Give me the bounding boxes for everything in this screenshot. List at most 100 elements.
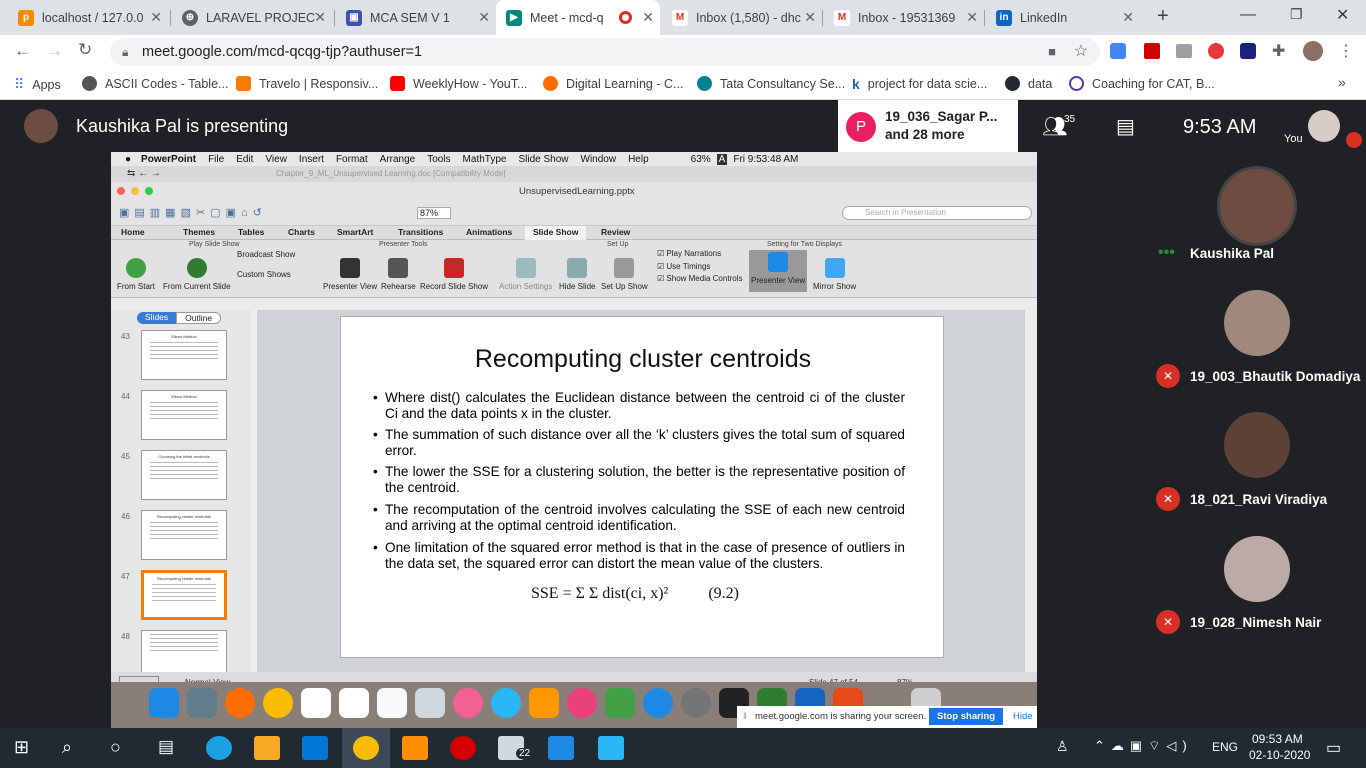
- store-icon[interactable]: [302, 736, 328, 760]
- drag-handle-icon[interactable]: ‖: [743, 711, 747, 722]
- star-icon[interactable]: ☆: [1074, 38, 1088, 66]
- mirror-show-button[interactable]: Mirror Show: [813, 258, 856, 291]
- chrome-icon[interactable]: [263, 688, 293, 718]
- set-up-show-button[interactable]: Set Up Show: [601, 258, 648, 291]
- opera-icon[interactable]: [450, 736, 476, 760]
- system-tray-icons[interactable]: ⌃☁▣⌔◁): [1094, 738, 1193, 754]
- appstore-icon[interactable]: [643, 688, 673, 718]
- custom-shows-button[interactable]: Custom Shows: [237, 270, 291, 279]
- tab-charts[interactable]: Charts: [288, 227, 315, 237]
- address-bar[interactable]: 🔒︎ meet.google.com/mcd-qcqg-tjp?authuser…: [110, 38, 1100, 66]
- from-current-slide-button[interactable]: From Current Slide: [163, 258, 231, 291]
- presenter-view-toggle[interactable]: Presenter View: [749, 250, 808, 292]
- hide-button[interactable]: Hide: [1013, 711, 1033, 722]
- bookmark-ascii[interactable]: ASCII Codes - Table...: [82, 76, 228, 91]
- tab-laravel[interactable]: ⊕ LARAVEL PROJECT ✕: [172, 0, 332, 35]
- bookmark-data[interactable]: data: [1005, 76, 1052, 91]
- language-indicator[interactable]: ENG: [1212, 740, 1238, 754]
- windows-start-icon[interactable]: ⊞: [14, 737, 29, 758]
- menu-window[interactable]: Window: [581, 154, 617, 165]
- check-use-timings[interactable]: ☑ Use Timings: [657, 261, 742, 274]
- tab-themes[interactable]: Themes: [183, 227, 215, 237]
- record-slide-show-button[interactable]: Record Slide Show: [420, 258, 488, 291]
- check-show-media[interactable]: ☑ Show Media Controls: [657, 273, 742, 286]
- menu-view[interactable]: View: [265, 154, 287, 165]
- camera-icon[interactable]: ■: [1048, 38, 1056, 66]
- stop-sharing-button[interactable]: Stop sharing: [929, 708, 1004, 725]
- reminders-icon[interactable]: [377, 688, 407, 718]
- zoom-box[interactable]: 87%: [417, 207, 452, 219]
- minimize-button[interactable]: —: [1240, 6, 1256, 24]
- photos-icon[interactable]: [453, 688, 483, 718]
- tab-tables[interactable]: Tables: [238, 227, 264, 237]
- menu-format[interactable]: Format: [336, 154, 368, 165]
- toolbar-icons[interactable]: ▣▤▥▦▧✂▢▣⌂↺: [119, 206, 267, 219]
- slide-thumbnail[interactable]: Elbow Method: [141, 330, 227, 380]
- close-tab-icon[interactable]: ✕: [642, 9, 654, 26]
- broadcast-show-button[interactable]: Broadcast Show: [237, 250, 295, 259]
- profile-avatar[interactable]: [1303, 41, 1323, 61]
- chat-icon[interactable]: ▤: [1116, 114, 1135, 139]
- bookmark-apps[interactable]: ⠿ Apps: [14, 76, 61, 93]
- tab-slides[interactable]: Slides: [137, 312, 177, 324]
- more-bookmarks-button[interactable]: »: [1338, 74, 1346, 90]
- tab-animations[interactable]: Animations: [466, 227, 512, 237]
- menu-help[interactable]: Help: [628, 154, 649, 165]
- reload-icon[interactable]: ↻: [78, 40, 92, 60]
- tab-localhost[interactable]: p localhost / 127.0.0 ✕: [8, 0, 168, 35]
- hide-slide-button[interactable]: Hide Slide: [559, 258, 595, 291]
- extension-blue-icon[interactable]: [1240, 43, 1256, 59]
- bookmark-project[interactable]: k project for data scie...: [852, 76, 987, 92]
- menu-slideshow[interactable]: Slide Show: [518, 154, 568, 165]
- extension-icon[interactable]: [1110, 43, 1126, 59]
- slide-thumbnail[interactable]: Recomputing cluster centroids: [141, 570, 227, 620]
- taskbar-chrome-active[interactable]: [342, 728, 390, 768]
- participant-preview[interactable]: P 19_036_Sagar P... and 28 more: [838, 100, 1018, 152]
- tab-inbox-2[interactable]: M Inbox - 19531369 ✕: [824, 0, 984, 35]
- tab-home[interactable]: Home: [121, 227, 145, 237]
- search-icon[interactable]: ⌕: [62, 737, 72, 758]
- menu-edit[interactable]: Edit: [236, 154, 253, 165]
- menu-tools[interactable]: Tools: [427, 154, 450, 165]
- slide-thumbnail[interactable]: Elbow Method: [141, 390, 227, 440]
- cortana-icon[interactable]: ○: [110, 737, 121, 758]
- calendar-icon[interactable]: [301, 688, 331, 718]
- puzzle-icon[interactable]: ✚: [1272, 41, 1285, 61]
- from-start-button[interactable]: From Start: [117, 258, 155, 291]
- tab-inbox-1[interactable]: M Inbox (1,580) - dhc ✕: [662, 0, 822, 35]
- minimize-dot[interactable]: [131, 187, 139, 195]
- firefox-icon[interactable]: [225, 688, 255, 718]
- search-input[interactable]: Search in Presentation: [842, 206, 1032, 220]
- vlc-icon[interactable]: [402, 736, 428, 760]
- tab-slide-show[interactable]: Slide Show: [525, 226, 587, 240]
- settings-icon[interactable]: [681, 688, 711, 718]
- messages-icon[interactable]: [491, 688, 521, 718]
- tab-meet[interactable]: ▶ Meet - mcd-q ✕: [496, 0, 660, 35]
- setup-checks[interactable]: ☑ Play Narrations ☑ Use Timings ☑ Show M…: [657, 248, 742, 286]
- facetime-icon[interactable]: [605, 688, 635, 718]
- close-tab-icon[interactable]: ✕: [966, 9, 978, 26]
- close-dot[interactable]: [117, 187, 125, 195]
- menu-arrange[interactable]: Arrange: [380, 154, 416, 165]
- music-icon[interactable]: [567, 688, 597, 718]
- bookmark-weeklyhow[interactable]: WeeklyHow - YouT...: [390, 76, 527, 91]
- notification-icon[interactable]: ▭: [1326, 738, 1341, 758]
- menu-file[interactable]: File: [208, 154, 224, 165]
- finder-icon[interactable]: [149, 688, 179, 718]
- extension-red-icon[interactable]: [1208, 43, 1224, 59]
- tab-transitions[interactable]: Transitions: [398, 227, 443, 237]
- menu-dots-icon[interactable]: ⋮: [1338, 41, 1354, 61]
- bookmark-tcs[interactable]: Tata Consultancy Se...: [697, 76, 845, 91]
- tab-smartart[interactable]: SmartArt: [337, 227, 373, 237]
- screenshot-icon[interactable]: [1176, 44, 1192, 58]
- photos-icon[interactable]: [598, 736, 624, 760]
- zoom-dot[interactable]: [145, 187, 153, 195]
- back-icon[interactable]: ←: [14, 41, 31, 61]
- edge-icon[interactable]: [206, 736, 232, 760]
- slide-thumbnail[interactable]: Recomputing cluster centroids: [141, 510, 227, 560]
- maps-icon[interactable]: [415, 688, 445, 718]
- back-arrow-icon[interactable]: ⇆ ← →: [127, 168, 161, 179]
- check-play-narrations[interactable]: ☑ Play Narrations: [657, 248, 742, 261]
- tab-review[interactable]: Review: [601, 227, 630, 237]
- presenter-view-button[interactable]: Presenter View: [323, 258, 377, 291]
